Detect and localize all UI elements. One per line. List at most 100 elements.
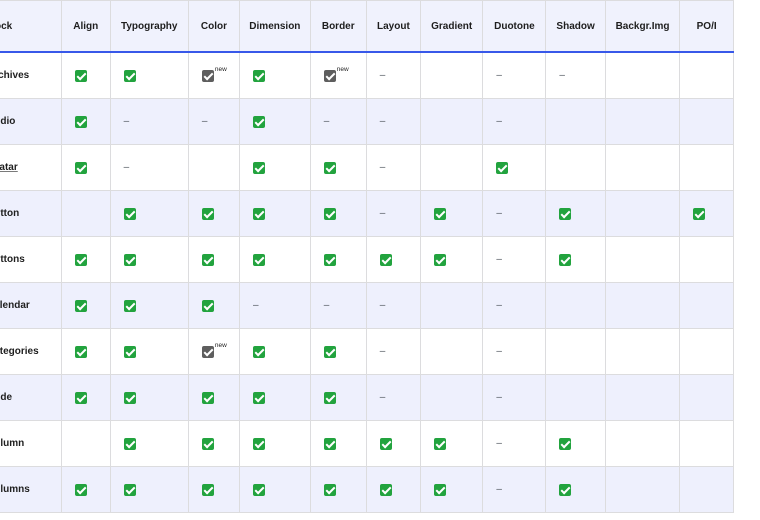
support-cell: – [309, 98, 367, 145]
support-cell [679, 466, 734, 513]
support-cell [679, 420, 734, 467]
block-name-cell: Buttons [0, 236, 62, 283]
unsupported-dash: – [379, 162, 386, 173]
support-cell [239, 51, 311, 99]
check-icon [379, 253, 392, 266]
check-icon [74, 391, 87, 404]
support-cell: – [365, 98, 422, 145]
support-cell [420, 282, 484, 329]
check-icon [201, 391, 214, 404]
unsupported-dash: – [323, 116, 330, 127]
check-icon [201, 483, 214, 496]
support-cell [679, 374, 734, 421]
table-row: Code – – [0, 374, 734, 421]
support-cell [604, 144, 681, 191]
support-cell [365, 466, 422, 513]
unsupported-dash: – [123, 162, 130, 173]
support-cell [60, 98, 111, 145]
column-header: Border [309, 0, 367, 53]
check-icon [253, 483, 266, 496]
support-cell: – [109, 98, 189, 145]
check-icon [434, 483, 447, 496]
block-name: Columns [0, 484, 30, 495]
unsupported-dash: – [496, 346, 502, 357]
check-icon [379, 437, 392, 450]
support-cell [545, 190, 606, 237]
support-cell: – [365, 328, 422, 375]
support-cell: – [309, 282, 367, 329]
support-cell [60, 51, 111, 99]
block-name[interactable]: Avatar [0, 162, 18, 173]
unsupported-dash: – [496, 70, 502, 81]
support-cell: – [545, 51, 606, 99]
check-icon [496, 161, 509, 174]
support-cell [604, 374, 681, 421]
unsupported-dash: – [123, 116, 130, 127]
table-row: Archives new new – – – [0, 51, 734, 99]
support-cell: – [365, 374, 422, 421]
check-icon [123, 299, 136, 312]
support-cell: – [482, 466, 547, 513]
unsupported-dash: – [323, 300, 330, 311]
table-body: Archivesnewnew–––Audio–––––Avatar––Butto… [0, 51, 734, 513]
support-cell [604, 420, 681, 467]
table-row: Audio – – – – – [0, 98, 734, 145]
unsupported-dash: – [496, 438, 502, 449]
check-icon [253, 115, 266, 128]
new-badge: new [214, 65, 227, 73]
check-icon [434, 253, 447, 266]
check-icon [323, 161, 336, 174]
support-cell: new [309, 51, 367, 99]
support-cell [420, 466, 484, 513]
support-cell: – [365, 282, 422, 329]
block-name: Code [0, 392, 12, 403]
support-cell: – [482, 51, 547, 99]
unsupported-dash: – [496, 208, 502, 219]
support-cell: – [365, 144, 422, 191]
column-header: Gradient [420, 0, 484, 53]
table-row: Avatar – – [0, 144, 734, 191]
unsupported-dash: – [496, 300, 502, 311]
check-icon [253, 69, 266, 82]
unsupported-dash: – [379, 392, 386, 403]
check-icon [253, 391, 266, 404]
support-cell [60, 466, 111, 513]
unsupported-dash: – [379, 300, 386, 311]
support-table-viewport[interactable]: Block Align Typography Color Dimension B… [0, 0, 760, 520]
support-cell [187, 420, 241, 467]
table-row: Column – [0, 420, 734, 467]
check-icon [74, 253, 87, 266]
support-cell: – [482, 374, 547, 421]
check-icon [323, 345, 336, 358]
support-cell [604, 98, 681, 145]
support-cell [187, 374, 241, 421]
support-cell [239, 98, 311, 145]
support-cell [604, 466, 681, 513]
check-gray-icon [201, 345, 214, 358]
support-cell [365, 236, 422, 283]
block-name: Calendar [0, 300, 30, 311]
block-name: Categories [0, 346, 39, 357]
support-cell [309, 466, 367, 513]
support-cell [187, 466, 241, 513]
support-cell [109, 190, 189, 237]
support-cell [309, 328, 367, 375]
support-cell [545, 374, 606, 421]
support-cell [109, 466, 189, 513]
check-icon [253, 253, 266, 266]
support-cell [482, 144, 547, 191]
support-cell: – [482, 236, 547, 283]
support-cell [60, 236, 111, 283]
support-cell: – [482, 98, 547, 145]
support-cell [420, 144, 484, 191]
support-cell [239, 374, 311, 421]
table-row: Calendar – – – – [0, 282, 734, 329]
support-cell: – [482, 328, 547, 375]
support-cell: – [109, 144, 189, 191]
unsupported-dash: – [379, 70, 386, 81]
block-supports-table: Block Align Typography Color Dimension B… [0, 0, 734, 513]
check-icon [693, 207, 706, 220]
check-icon [201, 437, 214, 450]
column-header: Backgr.Img [604, 0, 681, 53]
support-cell [60, 328, 111, 375]
